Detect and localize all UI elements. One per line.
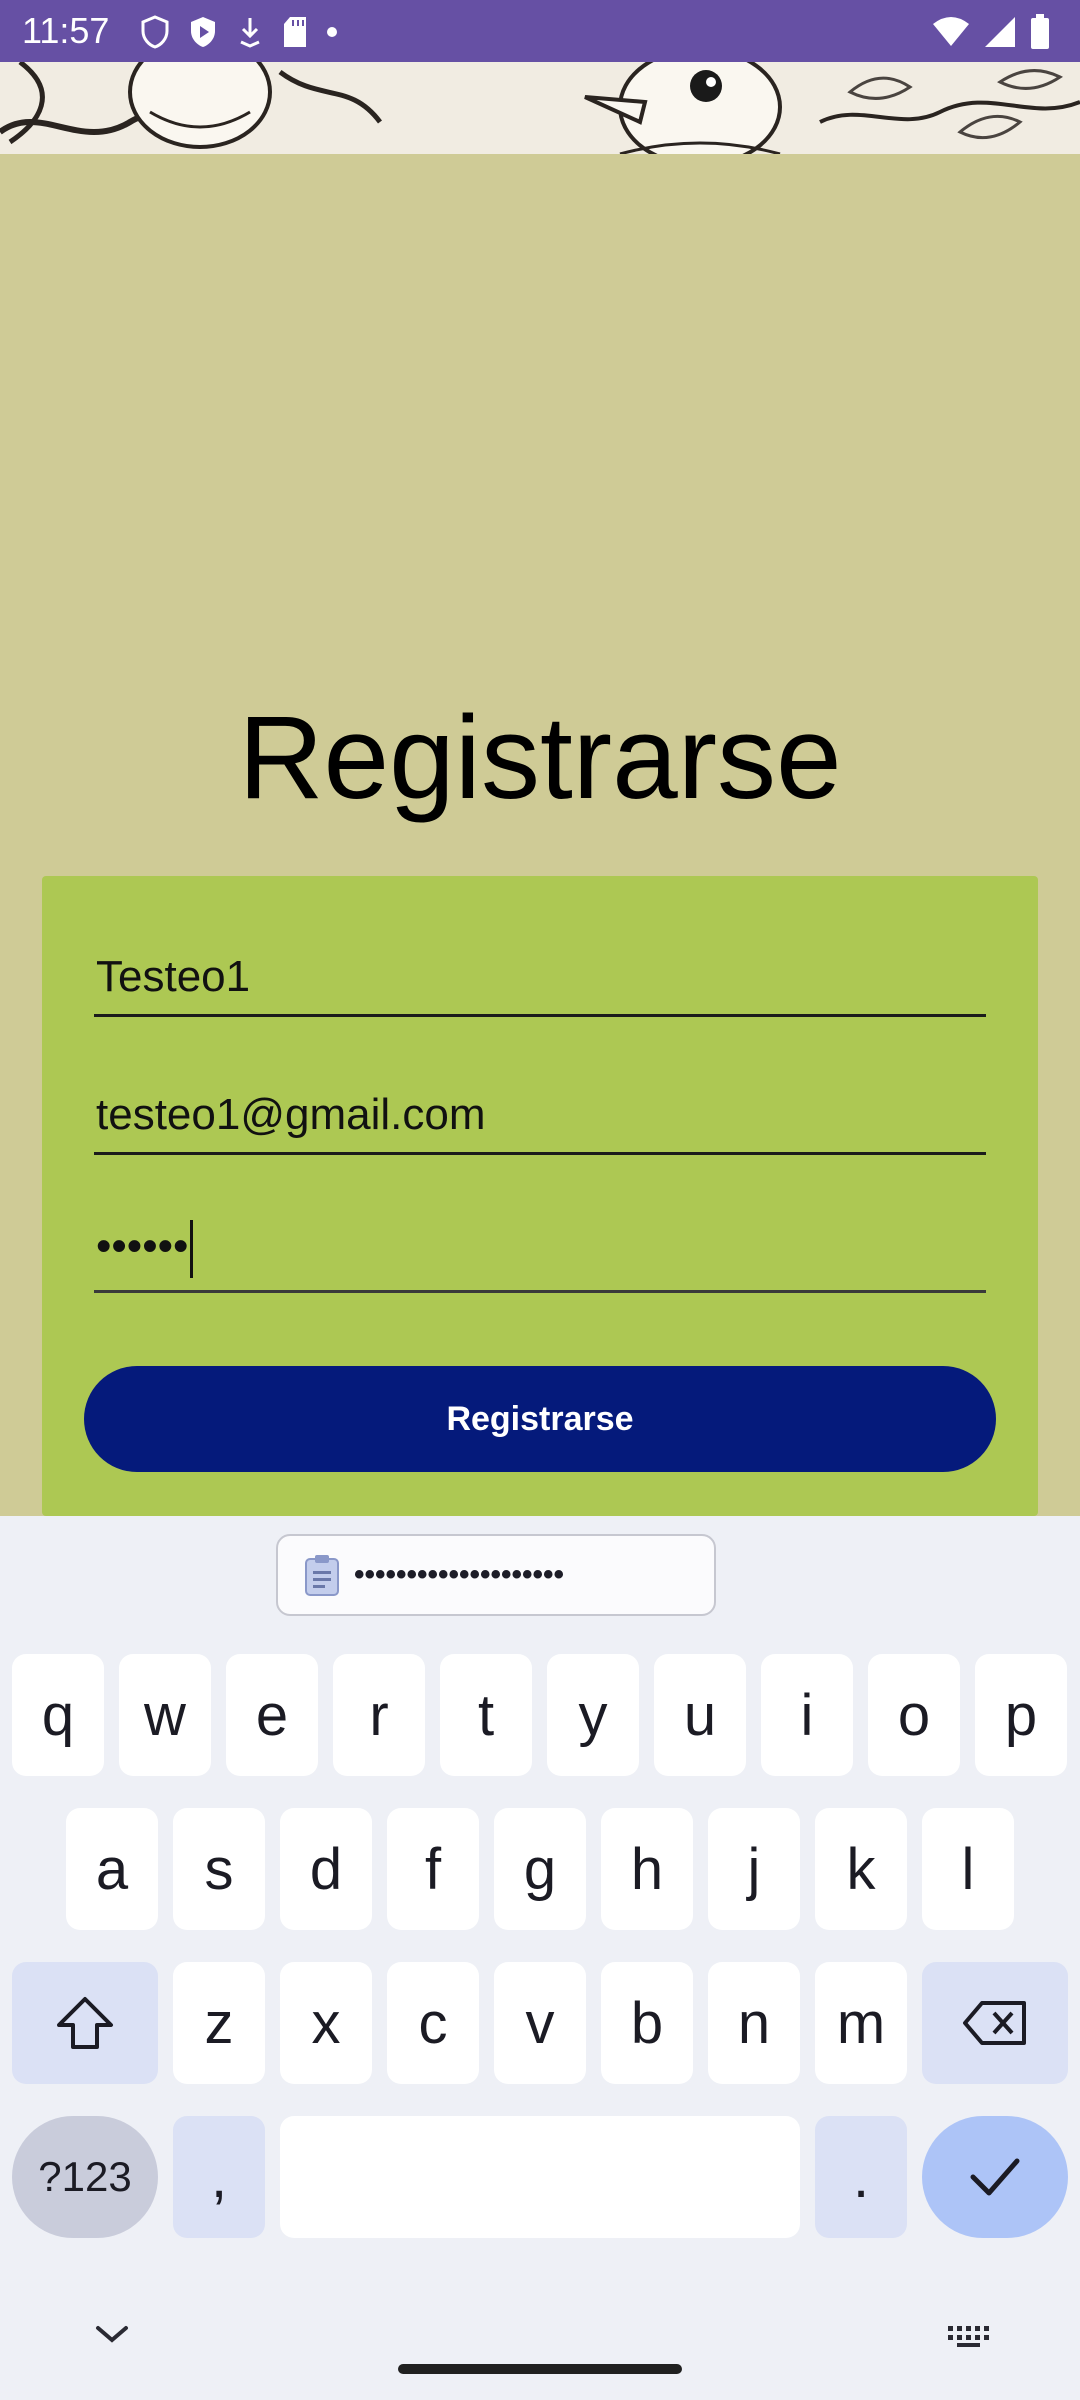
space-key[interactable] — [280, 2116, 800, 2238]
key-c[interactable]: c — [387, 1962, 479, 2084]
key-g[interactable]: g — [494, 1808, 586, 1930]
key-a[interactable]: a — [66, 1808, 158, 1930]
register-form-card: Testeo1 testeo1@gmail.com •••••• Registr… — [42, 876, 1038, 1516]
clipboard-suggestion-text: •••••••••••••••••••• — [354, 1558, 565, 1591]
key-f[interactable]: f — [387, 1808, 479, 1930]
email-field[interactable]: testeo1@gmail.com — [94, 1082, 986, 1155]
key-m[interactable]: m — [815, 1962, 907, 2084]
key-n[interactable]: n — [708, 1962, 800, 2084]
key-y[interactable]: y — [547, 1654, 639, 1776]
backspace-icon — [963, 2001, 1026, 2045]
clipboard-icon — [305, 1555, 339, 1596]
status-bar: 11:57 — [0, 0, 1080, 62]
battery-icon — [1031, 14, 1049, 49]
notification-icons — [140, 12, 338, 52]
email-value: testeo1@gmail.com — [96, 1090, 486, 1139]
clipboard-suggestion-chip[interactable]: •••••••••••••••••••• — [276, 1534, 716, 1616]
key-x[interactable]: x — [280, 1962, 372, 2084]
key-s[interactable]: s — [173, 1808, 265, 1930]
key-r[interactable]: r — [333, 1654, 425, 1776]
signal-icon — [985, 17, 1015, 47]
wifi-icon — [933, 17, 969, 46]
shield-icon — [141, 15, 169, 49]
key-u[interactable]: u — [654, 1654, 746, 1776]
period-key[interactable]: . — [815, 2116, 907, 2238]
check-icon — [970, 2158, 1020, 2196]
page-title: Registrarse — [238, 692, 842, 824]
key-v[interactable]: v — [494, 1962, 586, 2084]
key-d[interactable]: d — [280, 1808, 372, 1930]
sd-card-icon — [284, 17, 306, 47]
text-cursor — [190, 1220, 194, 1278]
key-t[interactable]: t — [440, 1654, 532, 1776]
key-e[interactable]: e — [226, 1654, 318, 1776]
key-j[interactable]: j — [708, 1808, 800, 1930]
password-value: •••••• — [96, 1220, 194, 1278]
key-h[interactable]: h — [601, 1808, 693, 1930]
play-store-icon — [191, 17, 215, 47]
header-bird-illustration — [0, 62, 1080, 154]
register-button[interactable]: Registrarse — [84, 1366, 996, 1472]
enter-key[interactable] — [922, 2116, 1068, 2238]
home-gesture-bar[interactable] — [398, 2364, 682, 2374]
status-time: 11:57 — [22, 10, 110, 51]
backspace-key[interactable] — [922, 1962, 1068, 2084]
key-i[interactable]: i — [761, 1654, 853, 1776]
dot-icon — [327, 27, 337, 37]
soft-keyboard: •••••••••••••••••••• q w e r t y u i o p… — [0, 1516, 1080, 2400]
download-icon — [240, 18, 260, 48]
key-l[interactable]: l — [922, 1808, 1014, 1930]
symbols-key[interactable]: ?123 — [12, 2116, 158, 2238]
system-icons — [932, 12, 1050, 52]
password-field[interactable]: •••••• — [94, 1220, 986, 1293]
comma-key[interactable]: , — [173, 2116, 265, 2238]
username-field[interactable]: Testeo1 — [94, 944, 986, 1017]
key-p[interactable]: p — [975, 1654, 1067, 1776]
key-z[interactable]: z — [173, 1962, 265, 2084]
keyboard-grid-icon[interactable] — [946, 2324, 990, 2348]
key-k[interactable]: k — [815, 1808, 907, 1930]
shift-key[interactable] — [12, 1962, 158, 2084]
username-value: Testeo1 — [96, 952, 251, 1001]
key-b[interactable]: b — [601, 1962, 693, 2084]
key-w[interactable]: w — [119, 1654, 211, 1776]
chevron-down-icon[interactable] — [92, 2320, 132, 2348]
key-o[interactable]: o — [868, 1654, 960, 1776]
key-q[interactable]: q — [12, 1654, 104, 1776]
shift-icon — [57, 1997, 113, 2049]
